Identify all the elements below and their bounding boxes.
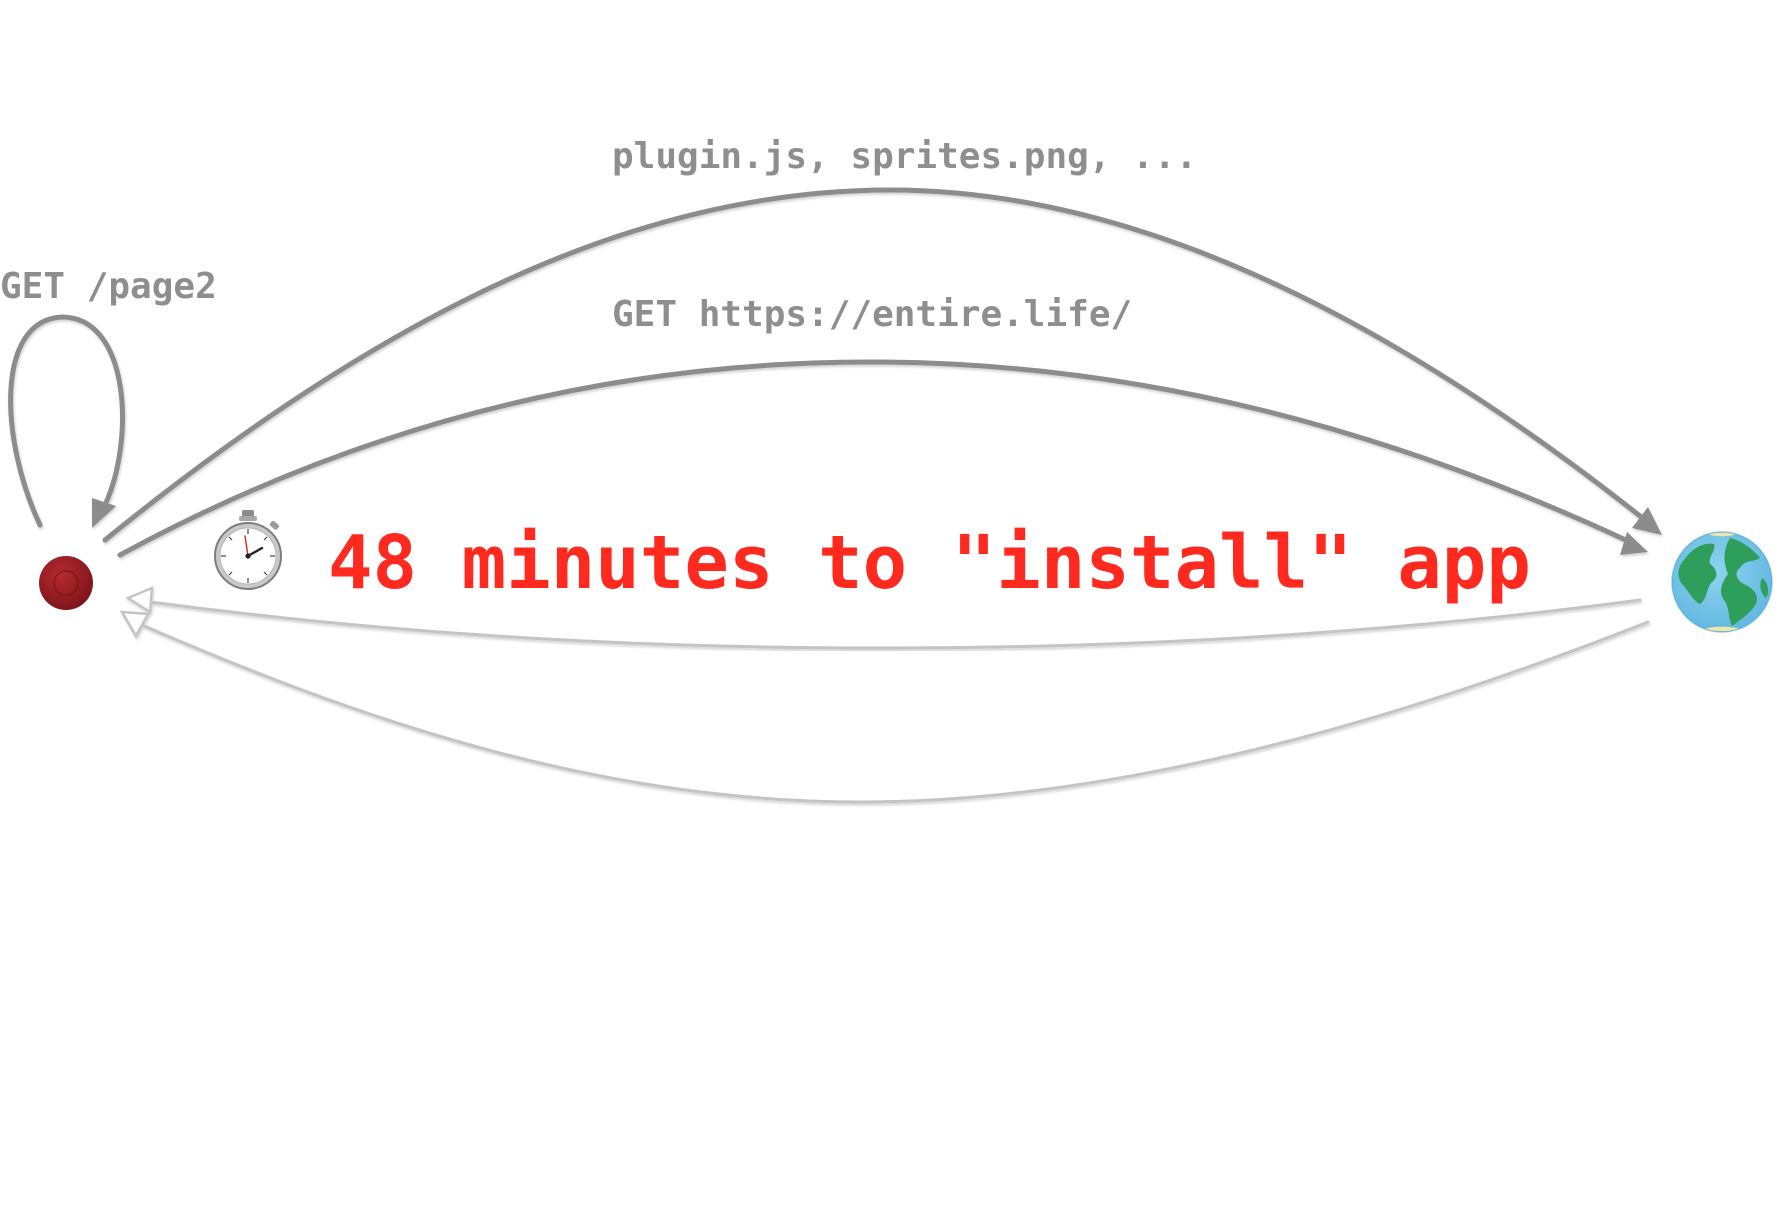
red-dot-icon: [39, 556, 93, 610]
stopwatch-icon: [214, 510, 282, 590]
page-request-label: GET https://entire.life/: [612, 294, 1132, 335]
page-request-arrowhead: [1620, 532, 1648, 555]
server-node: [1671, 531, 1773, 633]
self-loop-arrowhead: [92, 498, 116, 528]
assets-request-label: plugin.js, sprites.png, ...: [612, 136, 1197, 177]
globe-icon: [1671, 531, 1773, 633]
self-loop-label: GET /page2: [0, 266, 217, 307]
network-diagram: GET /page2 plugin.js, sprites.png, ... G…: [0, 136, 1773, 804]
page-response-arrowhead: [125, 586, 154, 615]
assets-response-arrowhead: [119, 610, 151, 639]
client-node: [39, 556, 93, 610]
assets-response-arrow: [119, 610, 1650, 804]
assets-request-arrow: [102, 187, 1662, 543]
self-loop-arrow: [8, 314, 125, 528]
headline-text: 48 minutes to "install" app: [328, 520, 1531, 606]
